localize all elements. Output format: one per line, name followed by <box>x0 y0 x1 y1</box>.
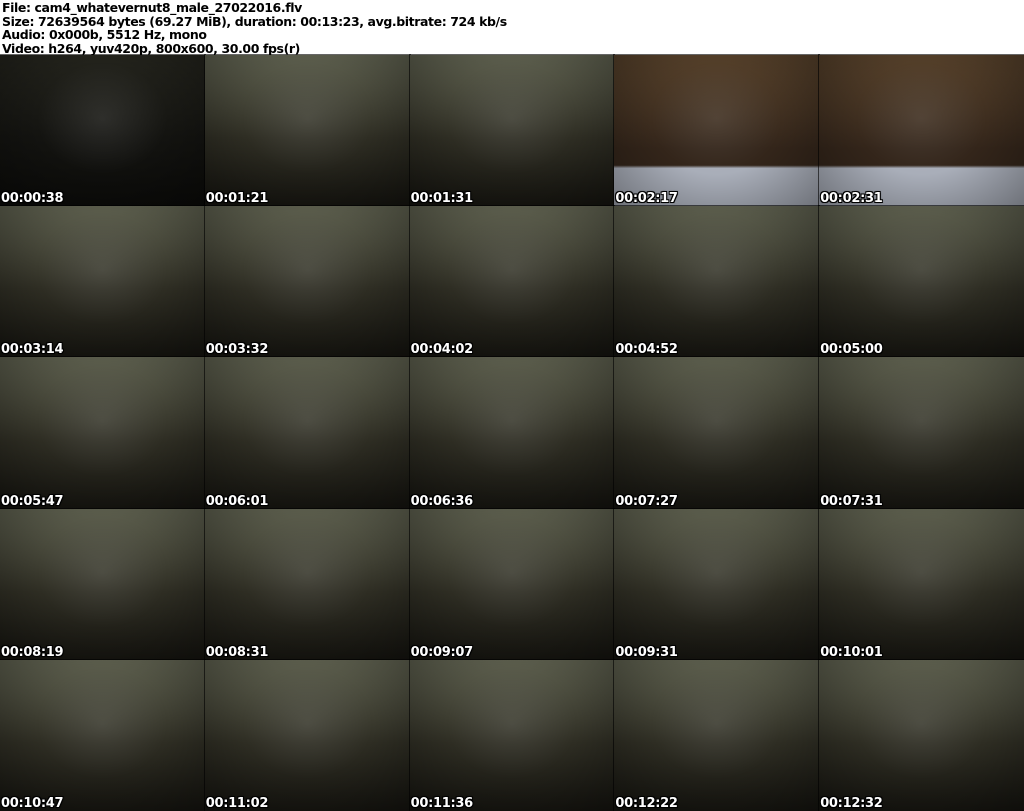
video-frame-thumbnail: 00:10:47 <box>0 658 206 811</box>
frame-timestamp: 00:11:02 <box>205 795 269 811</box>
frame-vignette <box>409 357 615 509</box>
frame-timestamp: 00:05:47 <box>1 493 64 509</box>
frame-vignette <box>204 508 410 660</box>
frame-timestamp: 00:08:19 <box>1 644 64 660</box>
video-frame-thumbnail: 00:01:31 <box>408 53 616 208</box>
frame-vignette <box>0 659 205 811</box>
video-frame-thumbnail: 00:03:32 <box>203 205 411 359</box>
video-frame-thumbnail: 00:01:21 <box>203 53 411 208</box>
frame-vignette <box>409 659 615 811</box>
frame-vignette <box>614 508 820 660</box>
frame-vignette <box>0 55 205 207</box>
frame-vignette <box>0 357 205 509</box>
video-frame-thumbnail: 00:08:31 <box>203 507 411 661</box>
frame-vignette <box>614 206 820 358</box>
frame-vignette <box>614 659 820 811</box>
video-frame-thumbnail: 00:02:17 <box>613 53 821 208</box>
frame-timestamp: 00:12:32 <box>820 795 883 811</box>
video-frame-thumbnail: 00:11:02 <box>203 658 411 811</box>
frame-timestamp: 00:01:31 <box>410 191 474 207</box>
file-name-line: File: cam4_whatevernut8_male_27022016.fl… <box>2 0 302 15</box>
video-frame-thumbnail: 00:09:07 <box>408 507 616 661</box>
video-frame-thumbnail: 00:11:36 <box>408 658 616 811</box>
frame-vignette <box>204 357 410 509</box>
frame-timestamp: 00:09:31 <box>615 644 678 660</box>
frame-timestamp: 00:00:38 <box>1 191 64 207</box>
video-frame-thumbnail: 00:06:36 <box>408 356 616 510</box>
frame-vignette <box>409 206 615 358</box>
frame-vignette <box>409 508 615 660</box>
frame-vignette <box>819 206 1024 358</box>
video-frame-thumbnail: 00:06:01 <box>203 356 411 510</box>
frame-vignette <box>0 206 205 358</box>
frame-timestamp: 00:03:32 <box>205 342 269 358</box>
frame-timestamp: 00:06:36 <box>410 493 474 509</box>
frame-timestamp: 00:03:14 <box>1 342 64 358</box>
frame-vignette <box>614 55 820 207</box>
frame-timestamp: 00:04:52 <box>615 342 678 358</box>
frame-vignette <box>0 508 205 660</box>
contact-sheet: File: cam4_whatevernut8_male_27022016.fl… <box>0 0 1024 811</box>
frame-timestamp: 00:02:31 <box>820 191 883 207</box>
video-frame-thumbnail: 00:04:52 <box>613 205 821 359</box>
frame-timestamp: 00:09:07 <box>410 644 474 660</box>
video-frame-thumbnail: 00:09:31 <box>613 507 821 661</box>
frame-timestamp: 00:10:47 <box>1 795 64 811</box>
frame-vignette <box>819 55 1024 207</box>
file-info-header: File: cam4_whatevernut8_male_27022016.fl… <box>0 0 1024 55</box>
frame-timestamp: 00:04:02 <box>410 342 474 358</box>
thumbnail-grid: 00:00:38 00:01:21 00:01:31 00:02:17 00:02:31… <box>0 53 1024 811</box>
frame-vignette <box>819 357 1024 509</box>
frame-vignette <box>614 357 820 509</box>
frame-timestamp: 00:05:00 <box>820 342 883 358</box>
video-frame-thumbnail: 00:03:14 <box>0 205 206 359</box>
video-frame-thumbnail: 00:10:01 <box>818 507 1024 661</box>
video-frame-thumbnail: 00:05:00 <box>818 205 1024 359</box>
video-frame-thumbnail: 00:05:47 <box>0 356 206 510</box>
frame-timestamp: 00:01:21 <box>205 191 269 207</box>
frame-vignette <box>819 508 1024 660</box>
frame-vignette <box>204 55 410 207</box>
video-info-line: Video: h264, yuv420p, 800x600, 30.00 fps… <box>2 40 300 56</box>
frame-timestamp: 00:06:01 <box>205 493 269 509</box>
video-frame-thumbnail: 00:00:38 <box>0 53 206 208</box>
frame-timestamp: 00:07:31 <box>820 493 883 509</box>
frame-vignette <box>409 55 615 207</box>
video-frame-thumbnail: 00:12:32 <box>818 658 1024 811</box>
video-frame-thumbnail: 00:08:19 <box>0 507 206 661</box>
frame-timestamp: 00:02:17 <box>615 191 678 207</box>
video-frame-thumbnail: 00:02:31 <box>818 53 1024 208</box>
file-size-line: Size: 72639564 bytes (69.27 MiB), durati… <box>2 13 507 29</box>
video-frame-thumbnail: 00:12:22 <box>613 658 821 811</box>
frame-timestamp: 00:10:01 <box>820 644 883 660</box>
frame-vignette <box>819 659 1024 811</box>
frame-vignette <box>204 206 410 358</box>
frame-timestamp: 00:08:31 <box>205 644 269 660</box>
frame-timestamp: 00:11:36 <box>410 795 474 811</box>
frame-timestamp: 00:12:22 <box>615 795 678 811</box>
video-frame-thumbnail: 00:04:02 <box>408 205 616 359</box>
frame-timestamp: 00:07:27 <box>615 493 678 509</box>
video-frame-thumbnail: 00:07:27 <box>613 356 821 510</box>
video-frame-thumbnail: 00:07:31 <box>818 356 1024 510</box>
frame-vignette <box>204 659 410 811</box>
audio-info-line: Audio: 0x000b, 5512 Hz, mono <box>2 27 207 42</box>
